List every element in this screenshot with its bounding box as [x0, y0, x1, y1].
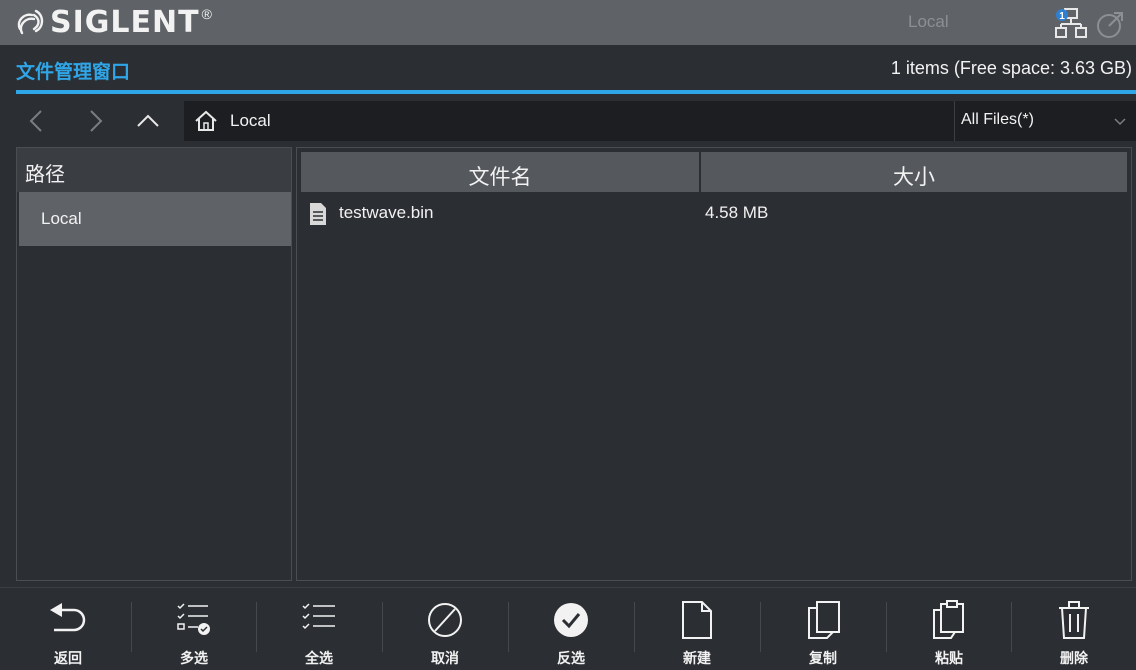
network-badge-count: 1 [1059, 11, 1065, 22]
delete-label: 删除 [1060, 651, 1088, 667]
path-item-label: Local [41, 209, 82, 228]
paste-clipboard-icon [933, 600, 964, 639]
file-filter-value: All Files(*) [961, 111, 1034, 128]
column-header-size-label: 大小 [893, 165, 935, 189]
file-filter-select[interactable]: All Files(*) [954, 101, 1136, 141]
select-all-label: 全选 [305, 651, 333, 667]
top-location-label: Local [908, 12, 949, 31]
path-breadcrumb[interactable]: Local [184, 101, 954, 141]
cancel-label: 取消 [431, 651, 459, 667]
file-size: 4.58 MB [705, 203, 769, 222]
network-icon[interactable]: 1 [1054, 6, 1088, 40]
home-icon [195, 110, 217, 131]
copy-icon [808, 601, 840, 639]
brand-name: SIGLENT [50, 4, 200, 40]
file-name: testwave.bin [339, 203, 434, 222]
multi-select-label: 多选 [180, 651, 208, 667]
trash-icon [1059, 601, 1089, 639]
cancel-button[interactable]: 取消 [382, 588, 508, 670]
column-header-name[interactable]: 文件名 [301, 152, 699, 192]
file-list-panel: 文件名 大小 testwave.bin 4.58 MB [296, 147, 1132, 581]
invert-selection-label: 反选 [557, 651, 585, 667]
bottom-toolbar: 返回 多选 全选 取消 反选 新建 复制 粘贴 删除 [0, 587, 1136, 670]
items-info: 1 items (Free space: 3.63 GB) [890, 58, 1132, 78]
external-link-icon[interactable] [1095, 10, 1125, 40]
copy-button[interactable]: 复制 [760, 588, 886, 670]
paste-button[interactable]: 粘贴 [886, 588, 1012, 670]
select-all-button[interactable]: 全选 [256, 588, 382, 670]
return-arrow-icon [50, 603, 86, 632]
file-document-icon [310, 203, 326, 225]
paste-label: 粘贴 [935, 651, 963, 667]
back-button[interactable]: 返回 [5, 588, 131, 670]
check-circle-icon [554, 603, 588, 637]
copy-label: 复制 [809, 651, 837, 667]
chevron-down-icon [1114, 118, 1126, 126]
back-button-label: 返回 [54, 651, 82, 667]
path-item-local[interactable]: Local [19, 192, 291, 246]
delete-button[interactable]: 删除 [1011, 588, 1136, 670]
column-header-size[interactable]: 大小 [701, 152, 1127, 192]
new-label: 新建 [683, 651, 711, 667]
siglent-logo-mark-icon [17, 9, 44, 35]
up-chevron-icon[interactable] [128, 101, 168, 141]
multi-select-icon [177, 603, 210, 635]
navigation-bar: Local All Files(*) [16, 101, 1136, 141]
path-panel: 路径 Local [16, 147, 292, 581]
select-all-icon [302, 603, 335, 630]
window-title-row: 文件管理窗口 1 items (Free space: 3.63 GB) [0, 45, 1136, 91]
invert-selection-button[interactable]: 反选 [508, 588, 634, 670]
new-file-icon [682, 601, 712, 639]
forward-chevron-icon[interactable] [74, 101, 114, 141]
multi-select-button[interactable]: 多选 [131, 588, 257, 670]
back-chevron-icon[interactable] [18, 101, 58, 141]
path-panel-header: 路径 [17, 148, 291, 192]
brand-registered-mark: ® [201, 6, 212, 22]
path-panel-title: 路径 [25, 162, 65, 186]
column-header-name-label: 文件名 [468, 165, 532, 189]
siglent-logo: SIGLENT ® [14, 4, 212, 40]
file-row[interactable]: testwave.bin 4.58 MB [301, 200, 1127, 230]
top-status-bar: SIGLENT ® Local 1 [0, 0, 1136, 45]
accent-divider [16, 90, 1136, 94]
cancel-circle-slash-icon [428, 603, 462, 637]
path-text: Local [230, 111, 271, 130]
new-button[interactable]: 新建 [634, 588, 760, 670]
window-title: 文件管理窗口 [16, 61, 131, 83]
